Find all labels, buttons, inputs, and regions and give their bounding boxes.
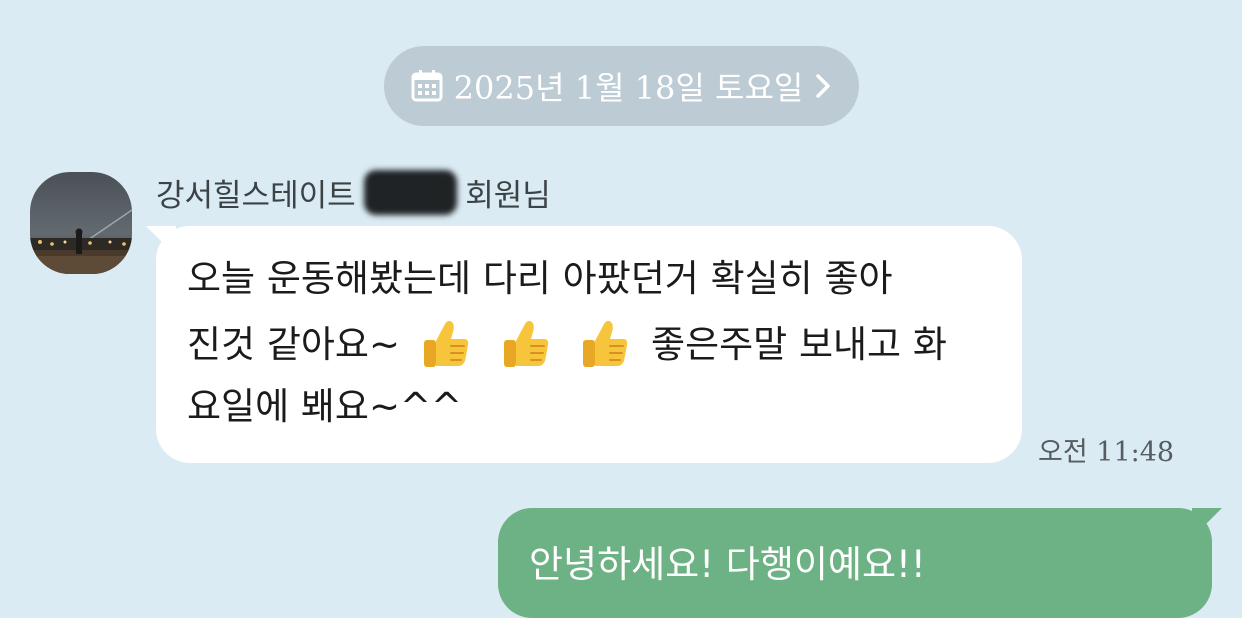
avatar[interactable] xyxy=(30,172,132,274)
message-line-1: 오늘 운동해봤는데 다리 아팠던거 확실히 좋아 xyxy=(187,257,893,300)
sender-name: 강서힐스테이트 유소희 회원님 xyxy=(156,169,551,215)
message-timestamp: 오전 11:48 xyxy=(1038,437,1175,468)
message-line-2-end: 좋은주말 보내고 화 xyxy=(651,323,947,366)
message-line-3: 요일에 봬요~^^ xyxy=(187,385,462,428)
calendar-icon xyxy=(410,69,444,103)
sender-prefix: 강서힐스테이트 xyxy=(156,177,356,214)
incoming-message-bubble[interactable]: 오늘 운동해봤는데 다리 아팠던거 확실히 좋아 진것 같아요~ 좋은주말 보내… xyxy=(156,226,1022,463)
outgoing-message-bubble[interactable]: 안녕하세요! 다행이예요!! xyxy=(498,508,1212,618)
message-line-2-start: 진것 같아요~ xyxy=(187,323,400,366)
message-line-2: 진것 같아요~ 좋은주말 보내고 화 xyxy=(187,312,992,378)
thumbs-up-icon xyxy=(418,315,474,371)
outgoing-message-text: 안녕하세요! 다행이예요!! xyxy=(529,543,926,586)
date-divider[interactable]: 2025년 1월 18일 토요일 xyxy=(384,46,859,126)
chevron-right-icon xyxy=(813,72,833,100)
thumbs-up-icon xyxy=(498,315,554,371)
thumbs-up-icon xyxy=(577,315,633,371)
sender-suffix: 회원님 xyxy=(465,177,551,214)
date-label: 2025년 1월 18일 토요일 xyxy=(453,69,804,107)
sender-redacted-name: 유소희 xyxy=(363,169,458,215)
